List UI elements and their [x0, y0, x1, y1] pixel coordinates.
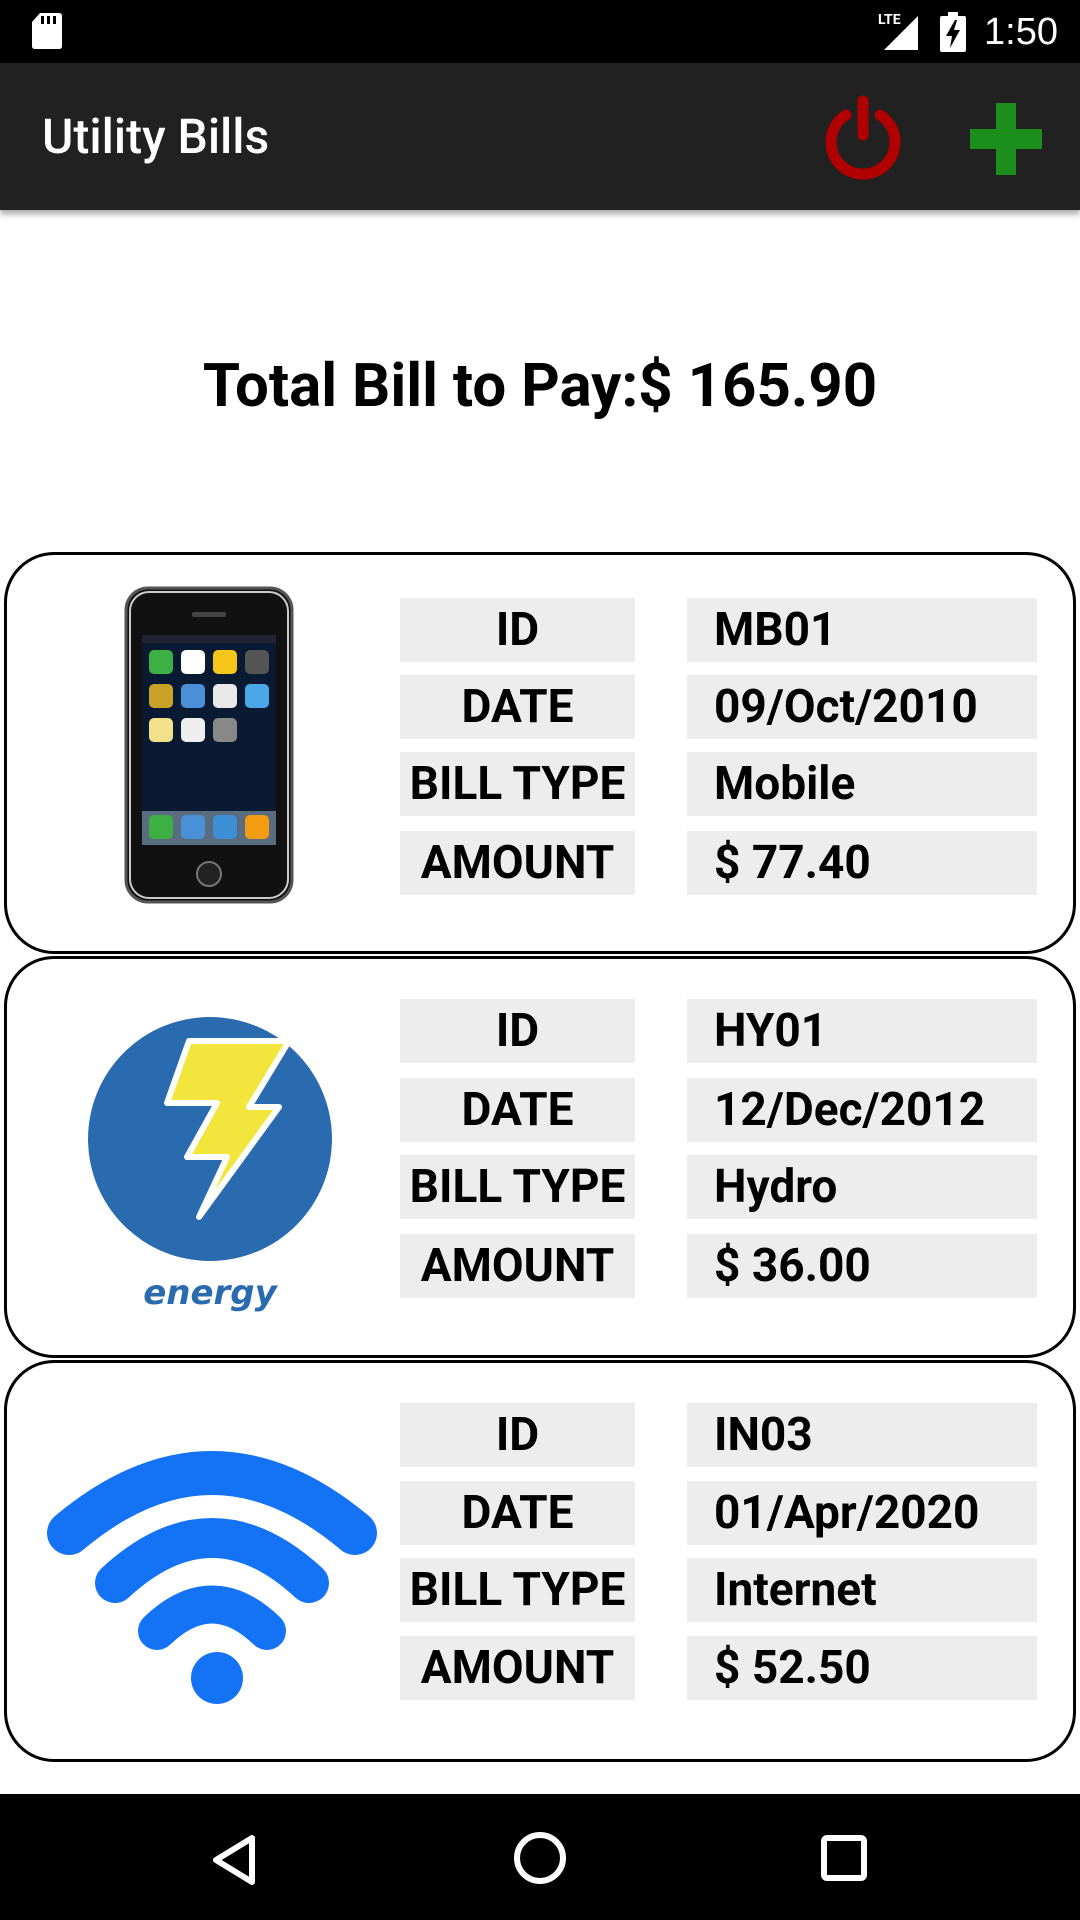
home-icon — [514, 1832, 566, 1884]
total-bill-text: Total Bill to Pay:$ 165.90 — [202, 350, 878, 421]
label-date: DATE — [400, 1078, 635, 1142]
add-bill-button[interactable] — [970, 103, 1042, 175]
bill-card[interactable]: ID MB01 DATE 09/Oct/2010 BILL TYPE Mobil… — [4, 552, 1076, 954]
logout-button[interactable] — [822, 93, 904, 181]
home-button[interactable] — [512, 1830, 568, 1890]
label-date: DATE — [400, 675, 635, 739]
bill-card[interactable]: ID IN03 DATE 01/Apr/2020 BILL TYPE Inter… — [4, 1360, 1076, 1762]
bill-id: MB01 — [687, 598, 1037, 662]
label-amount: AMOUNT — [400, 1636, 635, 1700]
bill-type: Mobile — [687, 752, 1037, 816]
bill-amount: $ 36.00 — [687, 1234, 1037, 1298]
energy-caption: energy — [143, 1273, 278, 1313]
recents-button[interactable] — [820, 1834, 868, 1886]
page-title: Utility Bills — [42, 108, 270, 165]
label-bill-type: BILL TYPE — [400, 1558, 635, 1622]
mobile-phone-icon — [124, 586, 294, 904]
bill-id: HY01 — [687, 999, 1037, 1063]
recents-icon — [821, 1835, 867, 1881]
status-bar: LTE 1:50 — [0, 0, 1080, 63]
bill-card[interactable]: energy ID HY01 DATE 12/Dec/2012 BILL TYP… — [4, 956, 1076, 1358]
sd-card-icon — [32, 13, 62, 49]
bill-date: 01/Apr/2020 — [687, 1481, 1037, 1545]
add-icon — [970, 103, 1042, 175]
label-date: DATE — [400, 1481, 635, 1545]
bill-date: 09/Oct/2010 — [687, 675, 1037, 739]
label-amount: AMOUNT — [400, 1234, 635, 1298]
label-bill-type: BILL TYPE — [400, 1155, 635, 1219]
app-bar: Utility Bills — [0, 63, 1080, 210]
bill-image: energy — [67, 999, 352, 1319]
bill-type: Hydro — [687, 1155, 1037, 1219]
bill-date: 12/Dec/2012 — [687, 1078, 1037, 1142]
bill-image — [47, 1433, 377, 1713]
back-button[interactable] — [210, 1834, 258, 1890]
back-icon — [213, 1835, 255, 1885]
label-amount: AMOUNT — [400, 831, 635, 895]
wifi-icon — [47, 1451, 377, 1704]
label-id: ID — [400, 999, 635, 1063]
bill-id: IN03 — [687, 1403, 1037, 1467]
label-bill-type: BILL TYPE — [400, 752, 635, 816]
clock: 1:50 — [984, 10, 1058, 53]
navigation-bar — [0, 1794, 1080, 1920]
bill-amount: $ 52.50 — [687, 1636, 1037, 1700]
bill-image — [67, 585, 352, 905]
energy-lightning-icon: energy — [88, 1017, 332, 1313]
battery-charging-icon — [940, 12, 967, 52]
power-icon — [825, 95, 901, 180]
bill-type: Internet — [687, 1558, 1037, 1622]
label-id: ID — [400, 598, 635, 662]
bill-amount: $ 77.40 — [687, 831, 1037, 895]
label-id: ID — [400, 1403, 635, 1467]
signal-icon: LTE — [878, 12, 922, 52]
